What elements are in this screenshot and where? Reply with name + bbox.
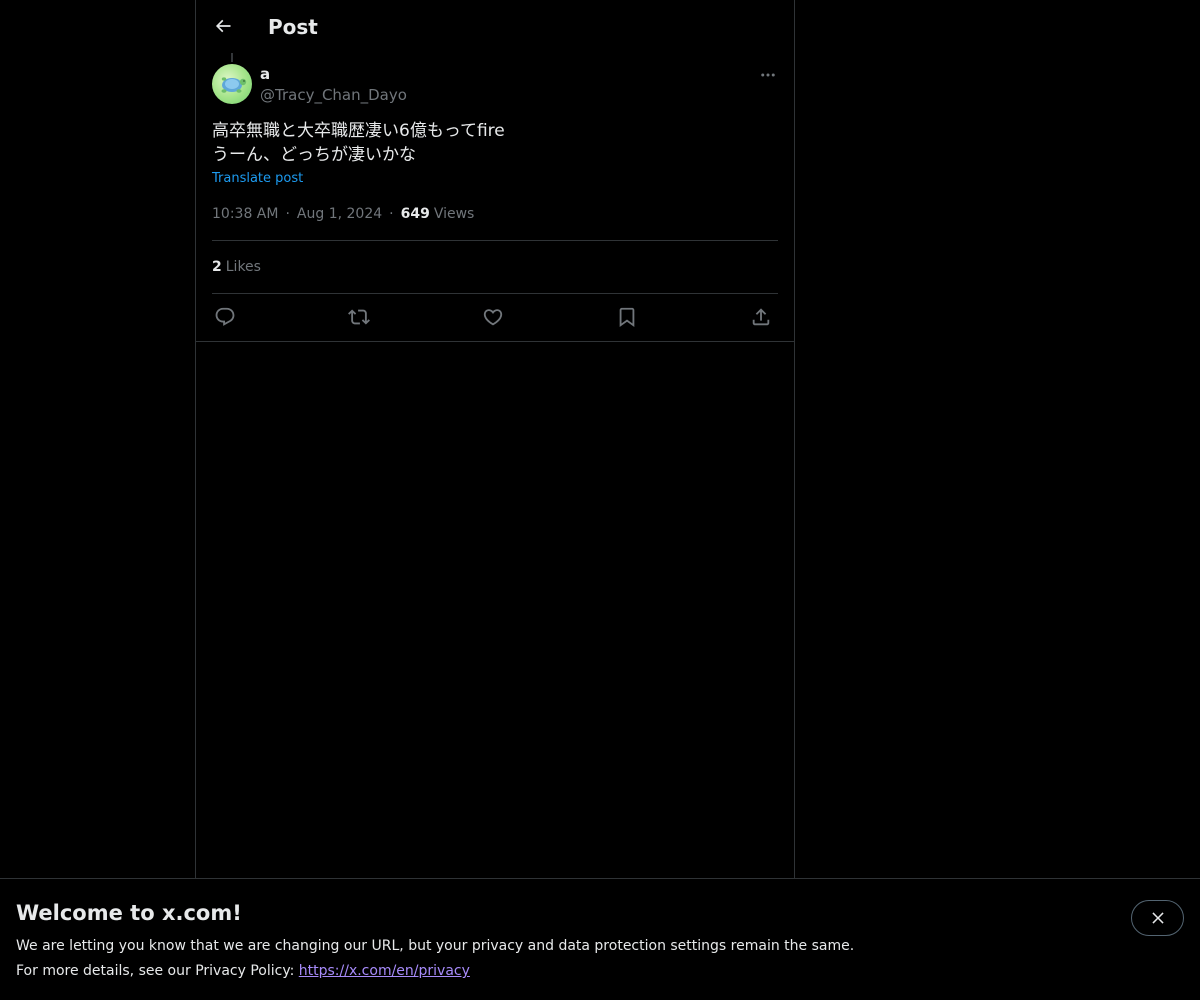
post-text: 高卒無職と大卒職歴凄い6億もってfire うーん、どっちが凄いかな bbox=[212, 121, 505, 165]
bookmark-button[interactable] bbox=[614, 304, 640, 330]
author-name[interactable]: a bbox=[260, 64, 270, 84]
likes-label: Likes bbox=[225, 259, 261, 275]
share-icon bbox=[752, 308, 770, 326]
repost-button[interactable] bbox=[346, 304, 372, 330]
like-button[interactable] bbox=[480, 304, 506, 330]
bookmark-icon bbox=[619, 307, 635, 328]
page-header: Post bbox=[196, 0, 794, 53]
page-title: Post bbox=[268, 15, 318, 39]
divider bbox=[212, 293, 778, 294]
avatar[interactable] bbox=[212, 64, 252, 104]
arrow-left-icon bbox=[215, 19, 231, 33]
welcome-banner: Welcome to x.com! We are letting you kno… bbox=[0, 878, 1200, 1000]
share-button[interactable] bbox=[748, 304, 774, 330]
views-count: 649 bbox=[400, 206, 430, 222]
repost-icon bbox=[348, 309, 370, 325]
banner-title: Welcome to x.com! bbox=[16, 901, 242, 925]
back-button[interactable] bbox=[208, 11, 238, 41]
likes-summary[interactable]: 2 Likes bbox=[212, 257, 261, 277]
reply-icon bbox=[215, 307, 235, 326]
views-label: Views bbox=[433, 206, 475, 222]
post-date[interactable]: Aug 1, 2024 bbox=[297, 204, 382, 224]
divider bbox=[212, 240, 778, 241]
banner-message: We are letting you know that we are chan… bbox=[16, 938, 855, 954]
author-handle[interactable]: @Tracy_Chan_Dayo bbox=[260, 85, 407, 105]
close-icon bbox=[1151, 912, 1164, 924]
meta-separator: · bbox=[389, 206, 394, 222]
post-actions-bar bbox=[212, 304, 778, 330]
divider bbox=[196, 341, 794, 342]
banner-privacy-line: For more details, see our Privacy Policy… bbox=[16, 961, 470, 981]
translate-post-link[interactable]: Translate post bbox=[212, 170, 303, 188]
meta-separator: · bbox=[285, 206, 290, 222]
heart-icon bbox=[483, 309, 503, 326]
post-metadata: 10:38 AM · Aug 1, 2024 · 649 Views bbox=[212, 204, 474, 224]
thread-connector-line bbox=[231, 53, 233, 62]
banner-close-button[interactable] bbox=[1131, 900, 1184, 936]
primary-column: Post a @Tracy_Chan_Dayo 高卒無職と大卒職歴凄い6億もって… bbox=[195, 0, 795, 1000]
more-horizontal-icon bbox=[761, 73, 775, 77]
turtle-avatar-icon bbox=[221, 77, 247, 93]
reply-button[interactable] bbox=[212, 304, 238, 330]
banner-privacy-prefix: For more details, see our Privacy Policy… bbox=[16, 963, 299, 979]
privacy-policy-link[interactable]: https://x.com/en/privacy bbox=[299, 963, 470, 979]
likes-count: 2 bbox=[212, 259, 222, 275]
more-options-button[interactable] bbox=[756, 64, 780, 86]
post-time[interactable]: 10:38 AM bbox=[212, 204, 278, 224]
